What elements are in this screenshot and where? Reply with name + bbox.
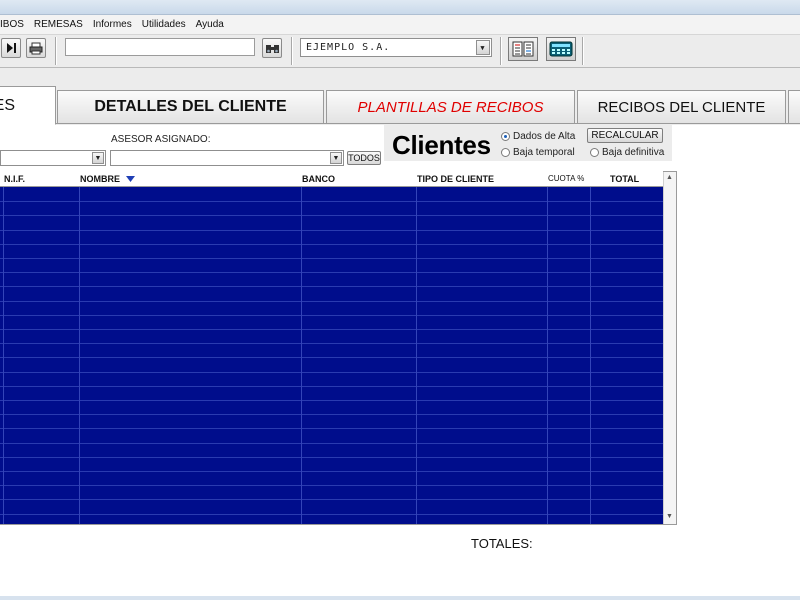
radio-baja-definitiva-label: Baja definitiva	[602, 147, 665, 158]
printer-icon	[29, 42, 43, 54]
grid-row-line	[0, 457, 663, 458]
tab-more[interactable]	[788, 90, 800, 123]
toolbar-separator	[291, 37, 293, 65]
sort-button[interactable]	[508, 37, 538, 61]
grid-row-line	[0, 386, 663, 387]
menu-remesas[interactable]: REMESAS	[29, 19, 88, 30]
advisor-select[interactable]: ▼	[110, 150, 344, 166]
vertical-scrollbar[interactable]	[663, 172, 676, 524]
find-button[interactable]	[262, 38, 282, 58]
chevron-down-icon[interactable]: ▼	[476, 40, 490, 55]
calculator-button[interactable]	[546, 37, 576, 61]
grid-column-line	[301, 187, 302, 524]
company-select-value: EJEMPLO S.A.	[306, 42, 391, 53]
search-input[interactable]	[65, 38, 255, 56]
grid-row-line	[0, 329, 663, 330]
column-nombre[interactable]: NOMBRE	[80, 174, 135, 184]
scroll-up-icon[interactable]: ▲	[663, 174, 676, 181]
clientes-title: Clientes	[392, 130, 491, 160]
company-select[interactable]: EJEMPLO S.A. ▼	[300, 38, 492, 57]
calculator-icon	[549, 41, 573, 57]
grid-row-line	[0, 428, 663, 429]
grid-row-line	[0, 301, 663, 302]
menu-bar: IBOS REMESAS Informes Utilidades Ayuda	[0, 15, 800, 35]
chevron-down-icon[interactable]: ▼	[330, 152, 342, 164]
menu-utilidades[interactable]: Utilidades	[137, 19, 191, 30]
toolbar-separator	[582, 37, 584, 65]
toolbar: EJEMPLO S.A. ▼	[0, 35, 800, 68]
scroll-down-icon[interactable]: ▼	[663, 513, 676, 520]
grid-row-line	[0, 315, 663, 316]
grid-row-line	[0, 201, 663, 202]
totals-label: TOTALES:	[471, 536, 533, 551]
tab-detalles-del-cliente[interactable]: DETALLES DEL CLIENTE	[57, 90, 324, 123]
column-cuota[interactable]: CUOTA %	[548, 174, 584, 183]
menu-ayuda[interactable]: Ayuda	[191, 19, 229, 30]
tab-clientes[interactable]: ES	[0, 86, 56, 125]
tab-recibos-del-cliente[interactable]: RECIBOS DEL CLIENTE	[577, 90, 786, 123]
grid-column-line	[79, 187, 80, 524]
menu-informes[interactable]: Informes	[88, 19, 137, 30]
grid-row-line	[0, 499, 663, 500]
column-nombre-label: NOMBRE	[80, 174, 120, 184]
tab-underline	[56, 123, 800, 124]
grid-column-line	[3, 187, 4, 524]
grid-row-line	[0, 400, 663, 401]
grid-row-line	[0, 286, 663, 287]
grid-row-line	[0, 357, 663, 358]
skip-end-icon	[7, 43, 16, 53]
radio-dados-de-alta[interactable]	[501, 132, 510, 141]
column-banco[interactable]: BANCO	[302, 174, 335, 184]
grid-row-line	[0, 372, 663, 373]
column-nif[interactable]: N.I.F.	[4, 174, 25, 184]
column-total[interactable]: TOTAL	[610, 174, 639, 184]
grid-body[interactable]	[0, 187, 663, 524]
radio-baja-definitiva[interactable]	[590, 148, 599, 157]
last-record-button[interactable]	[1, 38, 21, 58]
radio-baja-temporal-label: Baja temporal	[513, 147, 575, 158]
grid-row-line	[0, 215, 663, 216]
radio-baja-temporal[interactable]	[501, 148, 510, 157]
column-tipo-de-cliente[interactable]: TIPO DE CLIENTE	[417, 174, 494, 184]
grid-row-line	[0, 272, 663, 273]
sort-desc-icon	[125, 176, 135, 182]
grid-row-line	[0, 471, 663, 472]
filter-select[interactable]: ▼	[0, 150, 106, 166]
grid-row-line	[0, 258, 663, 259]
toolbar-separator	[500, 37, 502, 65]
grid-column-line	[547, 187, 548, 524]
grid-column-line	[590, 187, 591, 524]
grid-row-line	[0, 485, 663, 486]
radio-dados-de-alta-label: Dados de Alta	[513, 131, 576, 142]
window-title-bar	[0, 0, 800, 15]
recalcular-button[interactable]: RECALCULAR	[587, 128, 663, 143]
binoculars-icon	[265, 44, 279, 53]
grid-row-line	[0, 514, 663, 515]
advisor-label: ASESOR ASIGNADO:	[111, 134, 211, 145]
grid-row-line	[0, 343, 663, 344]
sort-list-icon	[512, 41, 534, 57]
grid-row-line	[0, 414, 663, 415]
grid-row-line	[0, 230, 663, 231]
grid-column-line	[416, 187, 417, 524]
tab-plantillas-de-recibos[interactable]: PLANTILLAS DE RECIBOS	[326, 90, 575, 123]
toolbar-separator	[55, 37, 57, 65]
status-strip	[0, 596, 800, 600]
menu-recibos[interactable]: IBOS	[0, 19, 29, 30]
grid-row-line	[0, 244, 663, 245]
chevron-down-icon[interactable]: ▼	[92, 152, 104, 164]
grid-row-line	[0, 443, 663, 444]
print-button[interactable]	[26, 38, 46, 58]
todos-button[interactable]: TODOS	[347, 151, 381, 165]
